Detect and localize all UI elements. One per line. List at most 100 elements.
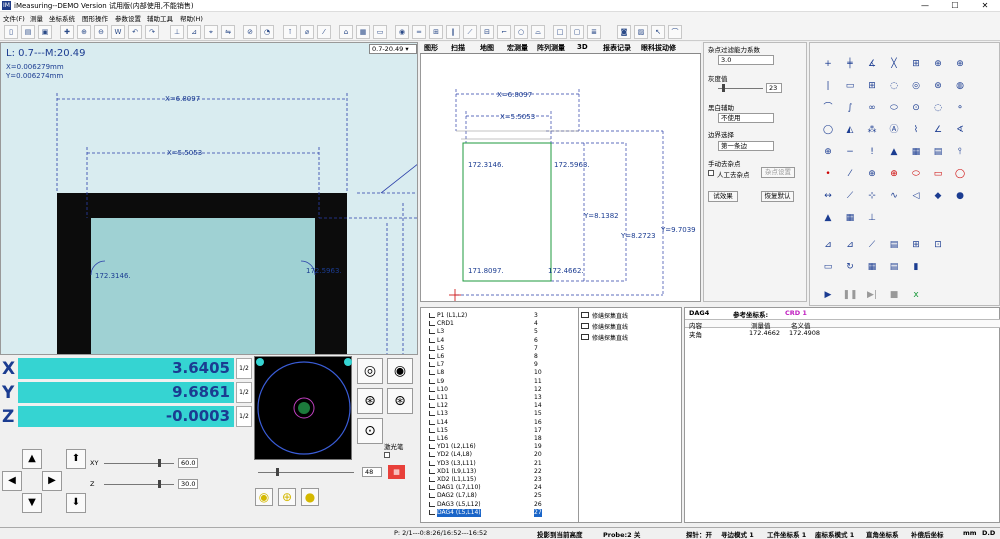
point-plus-icon[interactable]: +: [820, 56, 836, 72]
wave-icon[interactable]: ∿: [886, 188, 902, 204]
trend-icon[interactable]: ⟋: [864, 237, 880, 253]
z-slider-thumb[interactable]: [158, 480, 161, 488]
arc-icon[interactable]: ⌒: [820, 100, 836, 116]
circles-icon[interactable]: ⚬: [952, 100, 968, 116]
bw-select[interactable]: 不使用: [718, 113, 774, 123]
stop-icon[interactable]: ■: [886, 287, 902, 303]
reset-default-button[interactable]: 恢复默认: [761, 191, 794, 202]
x-half-button[interactable]: 1/2: [236, 358, 252, 379]
exclaim-icon[interactable]: !: [864, 144, 880, 160]
window-icon[interactable]: ▢: [570, 25, 584, 39]
grid-box-icon[interactable]: ⊞: [864, 78, 880, 94]
camera-image-view[interactable]: L: 0.7---M:20.49 X=0.006279mm Y=0.006274…: [0, 42, 418, 355]
magnify-icon[interactable]: ⊕: [930, 56, 946, 72]
snap-icon[interactable]: ⌖: [204, 25, 218, 39]
z-speed-slider[interactable]: [104, 484, 174, 485]
circle-dots-icon[interactable]: ⊛: [930, 78, 946, 94]
filter-select[interactable]: 3.0: [718, 55, 774, 65]
line-tool-icon[interactable]: ⁄: [317, 25, 331, 39]
coax-light-icon[interactable]: ⊙: [357, 418, 383, 444]
tab-eye[interactable]: 眼科拔动修: [641, 43, 676, 53]
plus-corner-icon[interactable]: ⊹: [864, 188, 880, 204]
feature-list-item[interactable]: DAG1 (L7,L10) 24: [421, 484, 579, 492]
report-icon[interactable]: ▤: [886, 259, 902, 275]
noise-settings-button[interactable]: 杂点设置: [761, 167, 795, 178]
feature-list-item[interactable]: XD1 (L9,L13) 22: [421, 468, 579, 476]
vertical-line-icon[interactable]: |: [820, 78, 836, 94]
rect-icon[interactable]: ▭: [842, 78, 858, 94]
jog-up-button[interactable]: ▲: [22, 449, 42, 469]
thermo-icon[interactable]: ⫯: [952, 144, 968, 160]
jog-down-button[interactable]: ▼: [22, 493, 42, 513]
dashed-circle-icon[interactable]: ◌: [886, 78, 902, 94]
box-plus-icon[interactable]: ⊞: [908, 56, 924, 72]
feature-list-item[interactable]: CRD1 4: [421, 320, 579, 328]
stack-2-icon[interactable]: ⊿: [842, 237, 858, 253]
slash-dot-icon[interactable]: ⟋: [842, 188, 858, 204]
zoom-in-icon[interactable]: ⊕: [77, 25, 91, 39]
light-off-icon[interactable]: ▦: [388, 465, 405, 479]
construct-item[interactable]: 修缮探集直线: [592, 322, 628, 331]
red-oval-icon[interactable]: ◯: [952, 166, 968, 182]
triangle-circle-icon[interactable]: ◭: [842, 122, 858, 138]
circle-tool-icon[interactable]: ○: [514, 25, 528, 39]
laser-checkbox[interactable]: [384, 452, 390, 458]
slash-line-icon[interactable]: ⁄: [842, 166, 858, 182]
feature-list-item[interactable]: L5 7: [421, 345, 579, 353]
yellow-ring-icon[interactable]: ◉: [255, 488, 273, 506]
tab-report[interactable]: 报表记录: [603, 43, 631, 53]
ellipse-icon[interactable]: ⬭: [886, 100, 902, 116]
circle-target-icon[interactable]: ◎: [908, 78, 924, 94]
cad-icon[interactable]: ▦: [864, 259, 880, 275]
doc-icon[interactable]: ▤: [886, 237, 902, 253]
table-icon[interactable]: ▦: [842, 210, 858, 226]
sq-plus-icon[interactable]: ⊞: [908, 237, 924, 253]
gray-slider-thumb[interactable]: [722, 84, 725, 92]
loop-icon[interactable]: ∞: [864, 100, 880, 116]
excel-icon[interactable]: x: [908, 287, 924, 303]
red-dot-icon[interactable]: •: [820, 166, 836, 182]
layout-icon[interactable]: ▦: [356, 25, 370, 39]
corner-icon[interactable]: ⌐: [497, 25, 511, 39]
pause-icon[interactable]: ❚❚: [842, 287, 858, 303]
graphics-panel[interactable]: X=6.8097 X=5.5053 172.3146. 172.5963. 17…: [420, 42, 701, 302]
zoom-window-icon[interactable]: W: [111, 25, 125, 39]
a-circle-icon[interactable]: Ⓐ: [886, 122, 902, 138]
dot-circle-icon[interactable]: ⊙: [908, 100, 924, 116]
feature-list-item[interactable]: L15 17: [421, 427, 579, 435]
angle-alt-icon[interactable]: ∢: [952, 122, 968, 138]
feature-list-item[interactable]: L10 12: [421, 386, 579, 394]
camera-view-icon[interactable]: ▭: [373, 25, 387, 39]
zoom-out-icon[interactable]: ⊖: [94, 25, 108, 39]
feature-list-item[interactable]: YD3 (L3,L11) 21: [421, 460, 579, 468]
menu-measure[interactable]: 测量: [30, 13, 43, 23]
maximize-button[interactable]: ☐: [940, 0, 970, 12]
light-slider-thumb[interactable]: [276, 468, 279, 476]
tab-map[interactable]: 地图: [480, 43, 494, 53]
refresh-icon[interactable]: ↻: [842, 259, 858, 275]
xy-speed-box[interactable]: 60.0: [178, 458, 198, 468]
tray-icon[interactable]: ▭: [820, 259, 836, 275]
feature-list-item[interactable]: L6 8: [421, 353, 579, 361]
probe-hat-icon[interactable]: ▲: [886, 144, 902, 160]
feature-list-item[interactable]: DAG4 (L5,L14) 27: [421, 508, 579, 517]
minus-icon[interactable]: −: [842, 144, 858, 160]
circle-plus-icon[interactable]: ⊕: [820, 144, 836, 160]
feature-list-item[interactable]: YD2 (L4,L8) 20: [421, 451, 579, 459]
xy-speed-slider[interactable]: [104, 463, 174, 464]
curve-icon[interactable]: ⌒: [668, 25, 682, 39]
feature-list-item[interactable]: P1 (L1,L2) 3: [421, 312, 579, 320]
menu-params[interactable]: 参数设置: [115, 13, 141, 23]
yellow-dot-icon[interactable]: ●: [301, 488, 319, 506]
mirror-icon[interactable]: ⇋: [221, 25, 235, 39]
save-file-icon[interactable]: ▣: [38, 25, 52, 39]
tab-macro[interactable]: 宏测量: [507, 43, 528, 53]
light-slider[interactable]: [258, 472, 354, 473]
feature-list-item[interactable]: L16 18: [421, 435, 579, 443]
ruler-box-icon[interactable]: ▦: [908, 144, 924, 160]
minimize-button[interactable]: —: [910, 0, 940, 12]
feature-list-item[interactable]: L13 15: [421, 410, 579, 418]
slot-icon[interactable]: ⌇: [908, 122, 924, 138]
light-view[interactable]: [254, 356, 352, 460]
feature-list-item[interactable]: L8 10: [421, 369, 579, 377]
